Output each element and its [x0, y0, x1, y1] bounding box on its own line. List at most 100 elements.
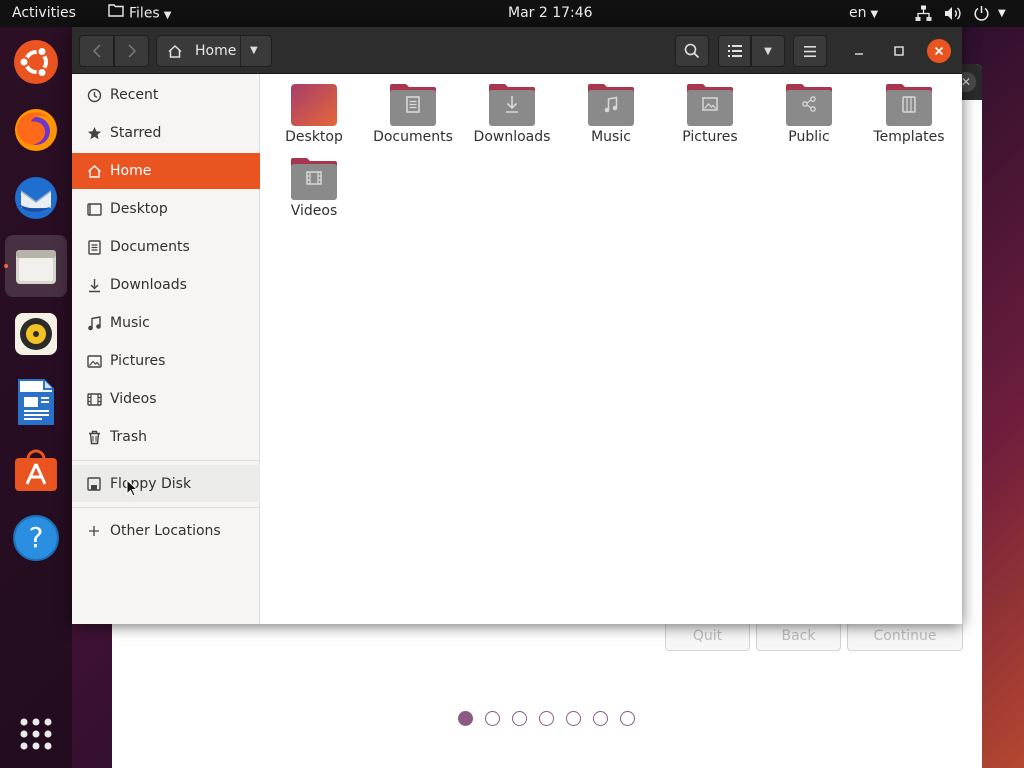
- folder-music[interactable]: Music: [563, 74, 659, 145]
- file-view: Desktop Documents Downloads Music Pictur…: [261, 74, 962, 624]
- libreoffice-writer-icon[interactable]: [11, 377, 61, 427]
- sidebar-divider: [72, 507, 260, 508]
- continue-button[interactable]: Continue: [847, 622, 963, 651]
- input-language-indicator[interactable]: en ▼: [849, 0, 878, 27]
- downloads-folder-icon: [489, 84, 535, 126]
- sidebar-item-trash[interactable]: Trash: [72, 419, 260, 455]
- sidebar-divider: [72, 460, 260, 461]
- folder-label: Documents: [373, 129, 453, 145]
- document-icon: [86, 239, 102, 255]
- trash-icon: [86, 429, 102, 445]
- folder-label: Videos: [290, 203, 338, 219]
- page-dot: [593, 711, 608, 726]
- sidebar-item-label: Floppy Disk: [110, 475, 192, 492]
- thunderbird-icon[interactable]: [11, 173, 61, 223]
- sidebar-item-label: Desktop: [110, 201, 168, 217]
- sidebar-item-label: Documents: [110, 239, 190, 255]
- app-menu-label: Files: [129, 5, 160, 22]
- quit-button[interactable]: Quit: [665, 622, 750, 651]
- sidebar-item-label: Recent: [110, 87, 159, 103]
- ubuntu-installer-icon[interactable]: [11, 37, 61, 87]
- path-label: Home: [195, 43, 237, 59]
- sidebar-item-home[interactable]: Home: [72, 153, 260, 189]
- view-options-button[interactable]: ▼: [751, 35, 785, 67]
- help-icon[interactable]: ?: [11, 513, 61, 563]
- path-bar-home[interactable]: Home ▼: [156, 35, 272, 67]
- files-icon[interactable]: [5, 235, 67, 297]
- chevron-down-icon[interactable]: ▼: [998, 0, 1006, 27]
- chevron-down-icon[interactable]: ▼: [250, 36, 258, 66]
- back-button[interactable]: Back: [756, 622, 841, 651]
- home-icon: [168, 44, 182, 58]
- folder-pictures[interactable]: Pictures: [662, 74, 758, 145]
- sidebar-item-desktop[interactable]: Desktop: [72, 191, 260, 227]
- files-window: Home ▼ ▼ Recent Starred Home Desktop Doc…: [72, 27, 962, 624]
- separator: [240, 36, 241, 66]
- chevron-right-icon: [127, 44, 136, 58]
- desktop-icon: [86, 201, 102, 217]
- maximize-icon: [894, 46, 904, 56]
- documents-folder-icon: [390, 84, 436, 126]
- desktop-folder-icon: [291, 84, 337, 126]
- folder-templates[interactable]: Templates: [861, 74, 957, 145]
- sidebar-item-videos[interactable]: Videos: [72, 381, 260, 417]
- firefox-icon[interactable]: [11, 105, 61, 155]
- music-folder-icon: [588, 84, 634, 126]
- sidebar-item-other-locations[interactable]: Other Locations: [72, 513, 260, 549]
- power-icon[interactable]: [973, 5, 990, 22]
- sidebar-item-floppy-disk[interactable]: Floppy Disk: [72, 465, 260, 502]
- places-sidebar: Recent Starred Home Desktop Documents Do…: [72, 74, 260, 624]
- page-indicator: [458, 711, 658, 727]
- main-menu-button[interactable]: [793, 35, 827, 67]
- folder-desktop[interactable]: Desktop: [266, 74, 362, 145]
- page-dot: [485, 711, 500, 726]
- minimize-icon: [855, 53, 863, 55]
- video-icon: [86, 391, 102, 407]
- star-icon: [86, 125, 102, 141]
- picture-icon: [86, 353, 102, 369]
- clock[interactable]: Mar 2 17:46: [508, 0, 593, 27]
- network-icon[interactable]: [915, 5, 932, 22]
- header-bar: Home ▼ ▼: [72, 27, 962, 74]
- app-menu-files[interactable]: Files ▼: [108, 0, 171, 27]
- sidebar-item-label: Music: [110, 315, 150, 331]
- mouse-cursor-icon: [126, 479, 138, 497]
- rhythmbox-icon[interactable]: [11, 309, 61, 359]
- minimize-button[interactable]: [847, 39, 871, 63]
- sidebar-item-pictures[interactable]: Pictures: [72, 343, 260, 379]
- sidebar-item-music[interactable]: Music: [72, 305, 260, 341]
- sidebar-item-label: Starred: [110, 125, 162, 141]
- back-button[interactable]: [79, 35, 114, 67]
- folder-documents[interactable]: Documents: [365, 74, 461, 145]
- sidebar-item-documents[interactable]: Documents: [72, 229, 260, 265]
- folder-label: Music: [591, 129, 631, 145]
- volume-icon[interactable]: [944, 5, 962, 22]
- sidebar-item-label: Pictures: [110, 353, 166, 369]
- folder-label: Downloads: [473, 129, 551, 145]
- folder-public[interactable]: Public: [761, 74, 857, 145]
- search-button[interactable]: [675, 35, 709, 67]
- music-icon: [86, 315, 102, 331]
- sidebar-item-label: Trash: [110, 429, 147, 445]
- chevron-down-icon: ▼: [870, 9, 879, 20]
- show-applications-icon[interactable]: [11, 709, 61, 759]
- sidebar-item-downloads[interactable]: Downloads: [72, 267, 260, 303]
- dock: ?: [0, 27, 72, 768]
- forward-button[interactable]: [114, 35, 149, 67]
- chevron-down-icon: ▼: [764, 45, 772, 57]
- activities-button[interactable]: Activities: [12, 0, 76, 27]
- home-icon: [86, 163, 102, 179]
- maximize-button[interactable]: [887, 39, 911, 63]
- sidebar-item-starred[interactable]: Starred: [72, 115, 260, 151]
- folder-label: Pictures: [682, 129, 738, 145]
- folder-downloads[interactable]: Downloads: [464, 74, 560, 145]
- folder-videos[interactable]: Videos: [266, 148, 362, 219]
- sidebar-item-label: Videos: [110, 391, 157, 407]
- folder-label: Desktop: [285, 129, 343, 145]
- templates-folder-icon: [886, 84, 932, 126]
- sidebar-item-recent[interactable]: Recent: [72, 77, 260, 113]
- ubuntu-software-icon[interactable]: [11, 445, 61, 495]
- close-button[interactable]: [927, 39, 951, 63]
- list-view-button[interactable]: [718, 35, 751, 67]
- page-dot: [566, 711, 581, 726]
